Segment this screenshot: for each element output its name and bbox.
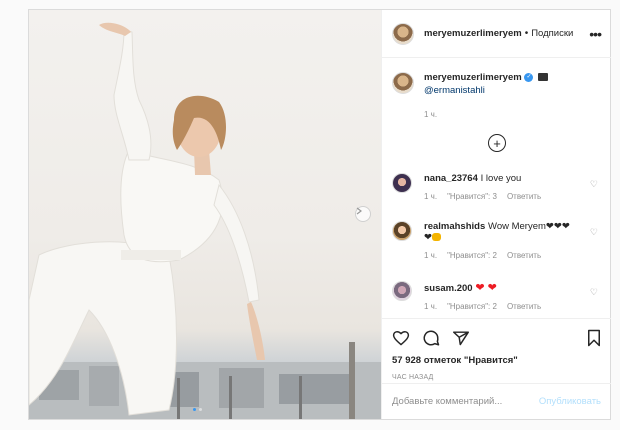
- comment-text-continued: ❤: [424, 232, 432, 243]
- clap-emoji-icon: [431, 233, 441, 242]
- comment-item: susam.200 ❤ ❤ 1 ч. "Нравится": 2 Ответит…: [392, 281, 604, 311]
- chevron-right-icon: [356, 207, 362, 215]
- comment-reply-button[interactable]: Ответить: [507, 192, 541, 201]
- more-options-icon[interactable]: •••: [589, 27, 602, 41]
- comment-bubble-icon[interactable]: [422, 329, 440, 347]
- comment-text: ❤ ❤: [475, 282, 497, 294]
- comment-likes-link[interactable]: "Нравится": 3: [447, 192, 497, 201]
- carousel-dot: [199, 408, 202, 411]
- caption-avatar[interactable]: [392, 72, 414, 94]
- caption-mention-link[interactable]: @ermanistahli: [424, 85, 548, 96]
- share-paper-plane-icon[interactable]: [452, 330, 470, 346]
- carousel-next-button[interactable]: [355, 206, 371, 222]
- author-avatar[interactable]: [392, 22, 414, 45]
- carousel-dot-active: [193, 408, 196, 411]
- commenter-avatar[interactable]: [392, 221, 412, 241]
- caption-username[interactable]: meryemuzerlimeryem: [424, 72, 522, 83]
- post-photo-illustration: [29, 22, 381, 419]
- caption-time: 1 ч.: [424, 110, 438, 119]
- save-bookmark-icon[interactable]: [587, 329, 601, 347]
- load-more-comments-button[interactable]: +: [488, 134, 506, 152]
- carousel-indicators: [193, 408, 202, 411]
- comment-text: I love you: [480, 173, 522, 184]
- publish-button[interactable]: Опубликовать: [539, 396, 601, 407]
- comment-item: nana_23764 I love you 1 ч. "Нравится": 3…: [392, 173, 604, 201]
- post-header: meryemuzerlimeryem • Подписки •••: [382, 10, 611, 58]
- like-comment-heart-icon[interactable]: ♡: [590, 287, 598, 298]
- comment-reply-button[interactable]: Ответить: [507, 302, 541, 311]
- post-sidebar: meryemuzerlimeryem • Подписки ••• meryem…: [381, 10, 611, 419]
- post-photo[interactable]: [29, 10, 381, 419]
- like-comment-heart-icon[interactable]: ♡: [590, 227, 598, 238]
- post-caption: meryemuzerlimeryem ✓ @ermanistahli 1 ч.: [382, 58, 611, 119]
- commenter-avatar[interactable]: [392, 281, 412, 301]
- add-comment-bar: Опубликовать: [382, 383, 611, 419]
- comment-likes-link[interactable]: "Нравится": 2: [447, 251, 497, 260]
- verified-badge-icon: ✓: [524, 72, 534, 82]
- posted-time: ЧАС НАЗАД: [392, 374, 434, 381]
- following-button[interactable]: Подписки: [531, 28, 573, 39]
- comment-username[interactable]: nana_23764: [424, 173, 478, 184]
- post-actions: 57 928 отметок "Нравится" ЧАС НАЗАД: [382, 318, 611, 383]
- comment-time: 1 ч.: [424, 192, 438, 201]
- comment-likes-link[interactable]: "Нравится": 2: [447, 302, 497, 311]
- like-heart-icon[interactable]: [392, 330, 410, 346]
- comment-time: 1 ч.: [424, 251, 438, 260]
- author-username[interactable]: meryemuzerlimeryem: [424, 28, 522, 39]
- separator-dot: •: [524, 28, 529, 39]
- post-card: meryemuzerlimeryem • Подписки ••• meryem…: [28, 9, 611, 420]
- comment-username[interactable]: susam.200: [424, 283, 473, 294]
- likes-count[interactable]: 57 928 отметок "Нравится": [392, 355, 601, 366]
- comment-input[interactable]: [392, 396, 539, 407]
- like-comment-heart-icon[interactable]: ♡: [590, 179, 598, 190]
- clapperboard-emoji-icon: [538, 73, 549, 82]
- comment-username[interactable]: realmahshids: [424, 221, 485, 232]
- comment-reply-button[interactable]: Ответить: [507, 251, 541, 260]
- comment-time: 1 ч.: [424, 302, 438, 311]
- comment-item: realmahshids Wow Meryem❤❤❤ ❤ 1 ч. "Нрави…: [392, 221, 604, 260]
- comment-text: Wow Meryem❤❤❤: [488, 221, 570, 232]
- commenter-avatar[interactable]: [392, 173, 412, 193]
